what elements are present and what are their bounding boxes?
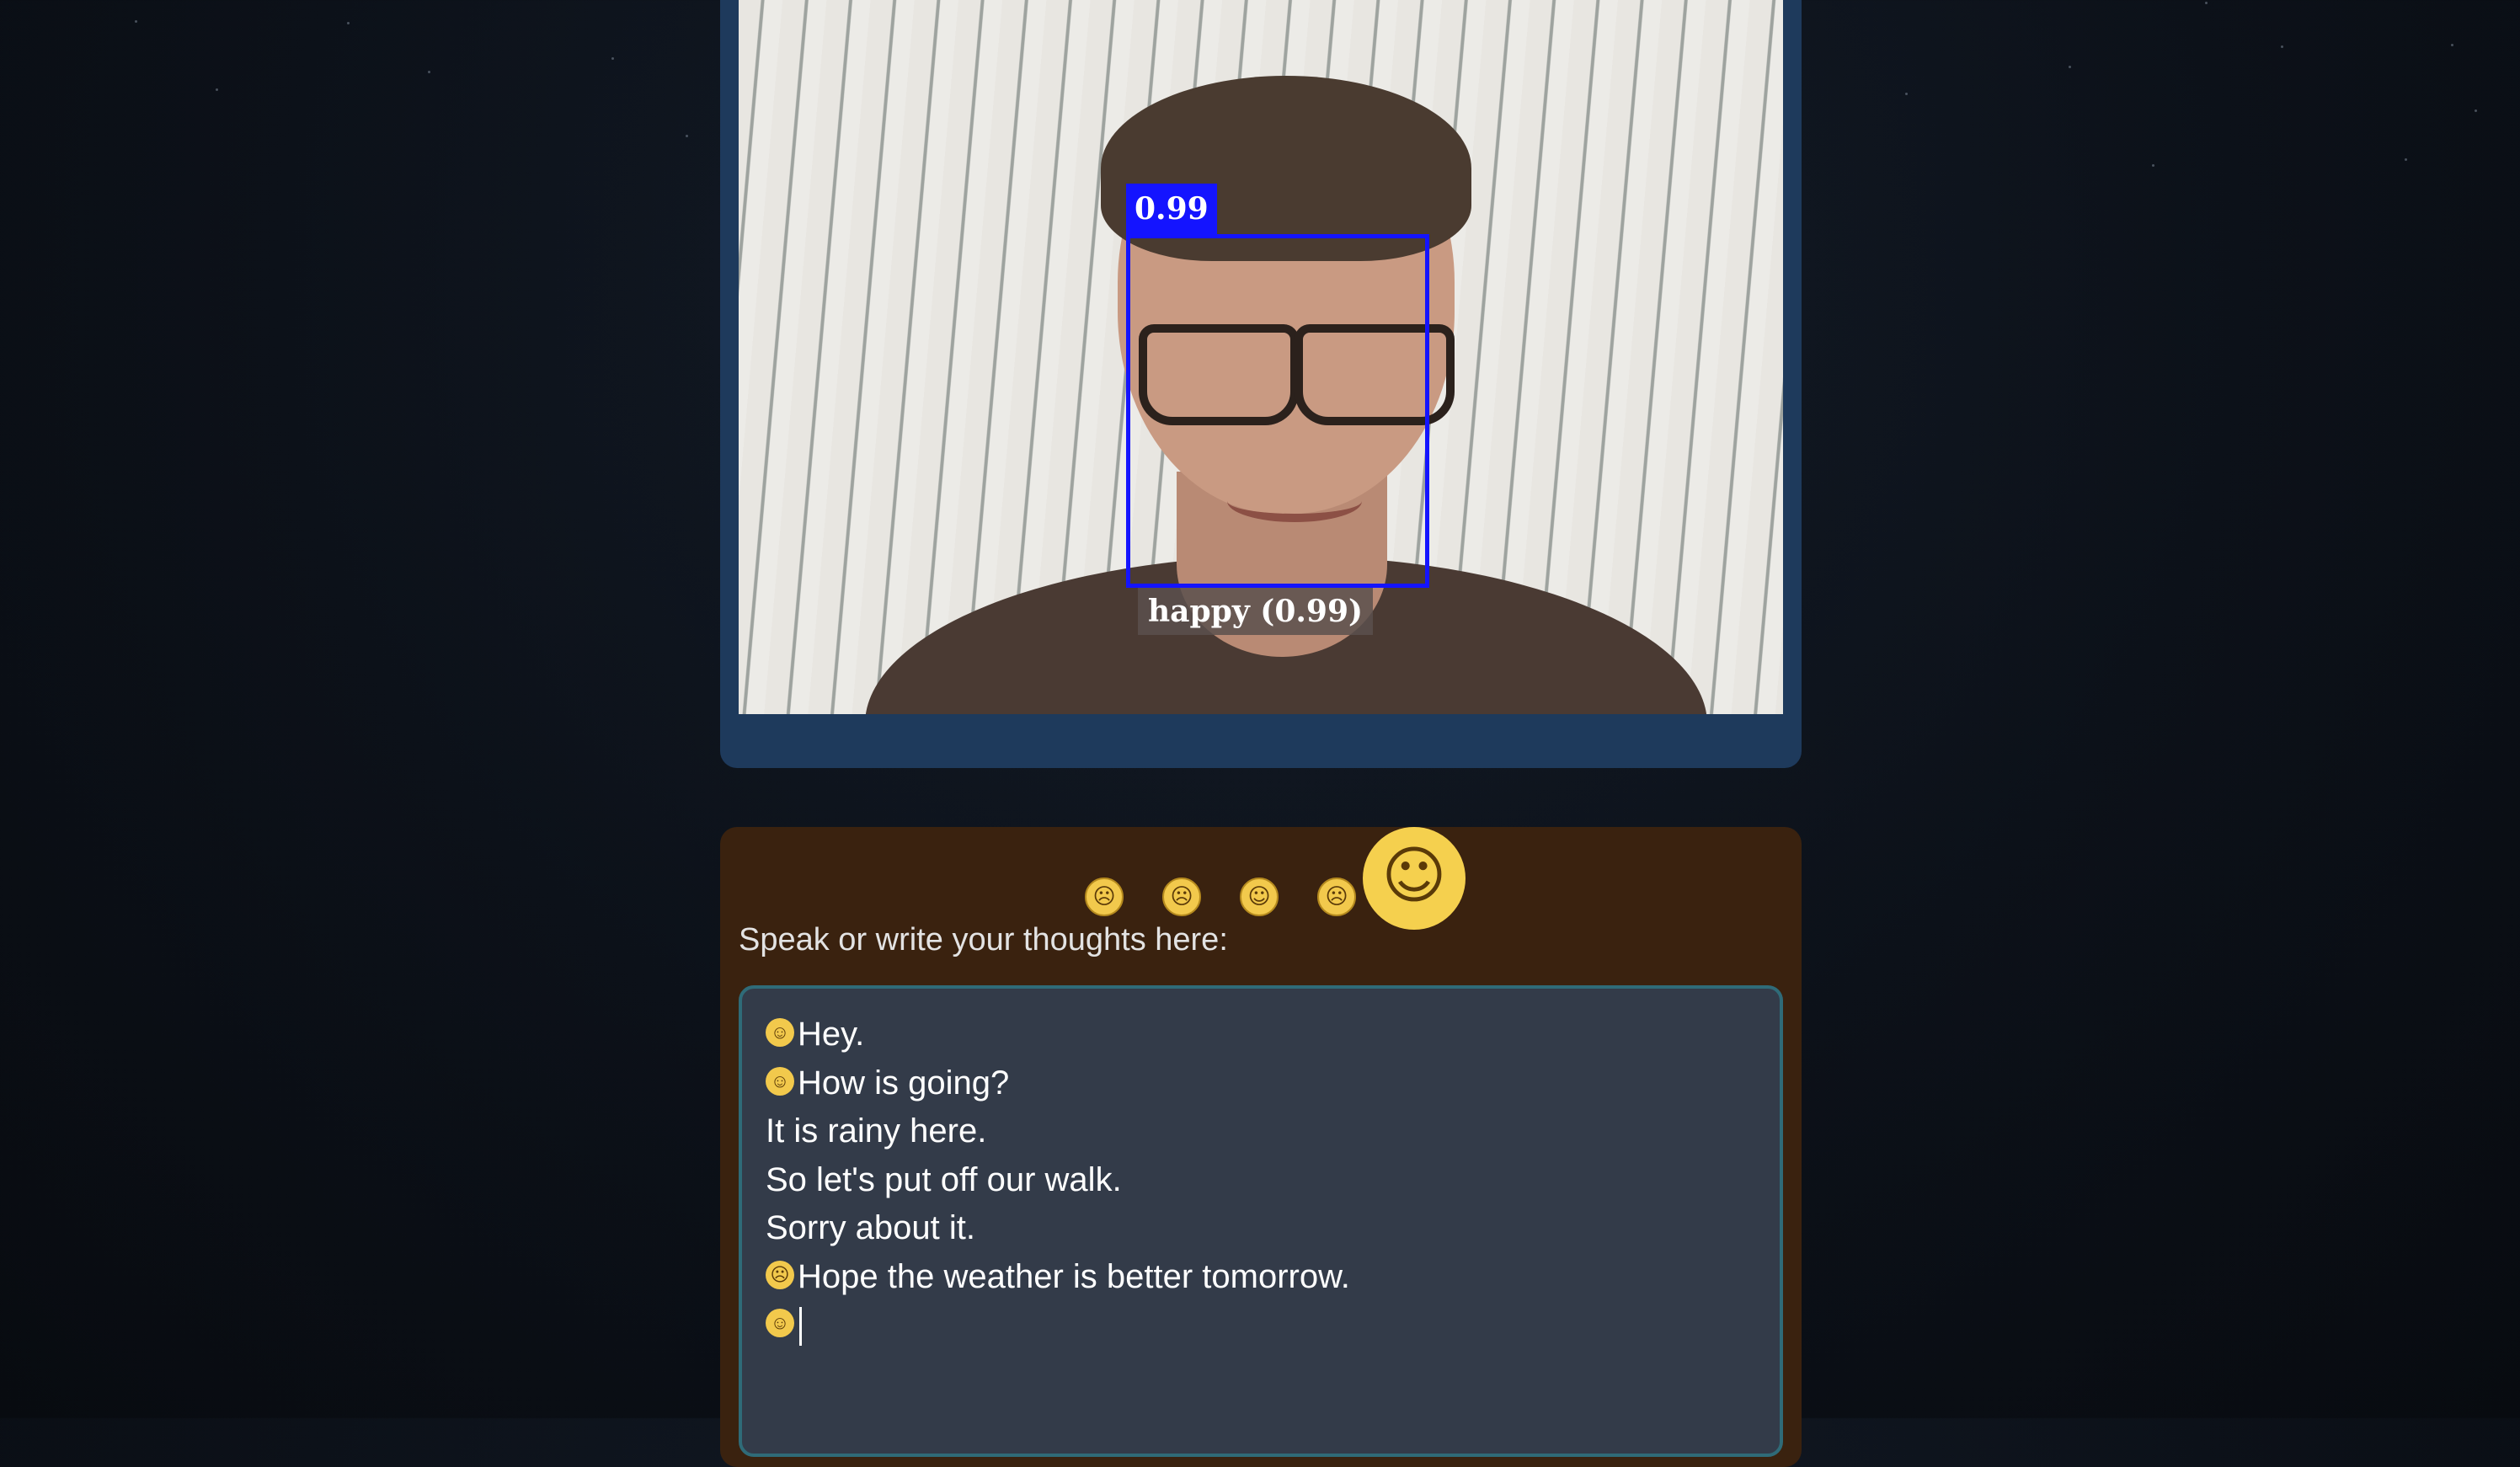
webcam-video: 0.99 happy (0.99) — [739, 0, 1783, 714]
text-line: ☺ How is going? — [766, 1059, 1756, 1108]
star — [2152, 164, 2154, 167]
text-line: ☹ Hope the weather is better tomorrow. — [766, 1253, 1756, 1302]
star — [428, 71, 430, 73]
star — [2069, 66, 2071, 68]
happy-emoji-icon: ☺ — [766, 1309, 794, 1338]
face-detection-score: 0.99 — [1126, 184, 1217, 234]
thoughts-textarea[interactable]: ☺ Hey. ☺ How is going? It is rainy here. S… — [739, 985, 1783, 1457]
thoughts-panel: ☹ ☹ ☺ ☹ ☺ Speak or write your thoughts h… — [720, 827, 1802, 1467]
star — [135, 20, 137, 23]
thoughts-prompt-label: Speak or write your thoughts here: — [739, 922, 1228, 958]
fearful-emoji-icon[interactable]: ☹ — [1162, 878, 1201, 916]
star — [347, 22, 350, 24]
text-line: ☺ Hey. — [766, 1011, 1756, 1059]
happy-emoji-icon: ☺ — [766, 1018, 794, 1048]
star — [2451, 44, 2453, 46]
star — [686, 135, 688, 137]
text-line: So let's put off our walk. — [766, 1156, 1756, 1205]
line-text: So let's put off our walk. — [766, 1160, 1122, 1198]
star — [1905, 93, 1908, 95]
star — [2205, 2, 2208, 4]
text-line: It is rainy here. — [766, 1107, 1756, 1156]
happy-emoji-icon: ☺ — [766, 1066, 794, 1096]
star — [2281, 45, 2283, 48]
star — [216, 88, 218, 91]
face-detection-box — [1126, 234, 1429, 588]
text-line: Sorry about it. — [766, 1204, 1756, 1253]
happy-emoji-icon[interactable]: ☺ — [1363, 827, 1466, 930]
line-text: Sorry about it. — [766, 1209, 976, 1246]
webcam-panel: 0.99 happy (0.99) — [720, 0, 1802, 768]
sad-emoji-icon[interactable]: ☹ — [1317, 878, 1356, 916]
angry-emoji-icon: ☹ — [766, 1260, 794, 1289]
line-text: Hey. — [798, 1016, 865, 1053]
line-text: It is rainy here. — [766, 1112, 987, 1150]
text-caret — [799, 1307, 802, 1347]
emotion-selector: ☹ ☹ ☺ ☹ ☺ — [720, 827, 1802, 936]
star — [2405, 158, 2407, 161]
line-text: How is going? — [798, 1064, 1010, 1102]
disgusted-emoji-icon[interactable]: ☹ — [1085, 878, 1124, 916]
star — [2475, 109, 2477, 112]
surprised-emoji-icon[interactable]: ☺ — [1240, 878, 1279, 916]
emotion-label: happy (0.99) — [1138, 588, 1374, 635]
line-text: Hope the weather is better tomorrow. — [798, 1257, 1350, 1295]
text-line: ☺ — [766, 1301, 1756, 1350]
star — [611, 57, 614, 60]
